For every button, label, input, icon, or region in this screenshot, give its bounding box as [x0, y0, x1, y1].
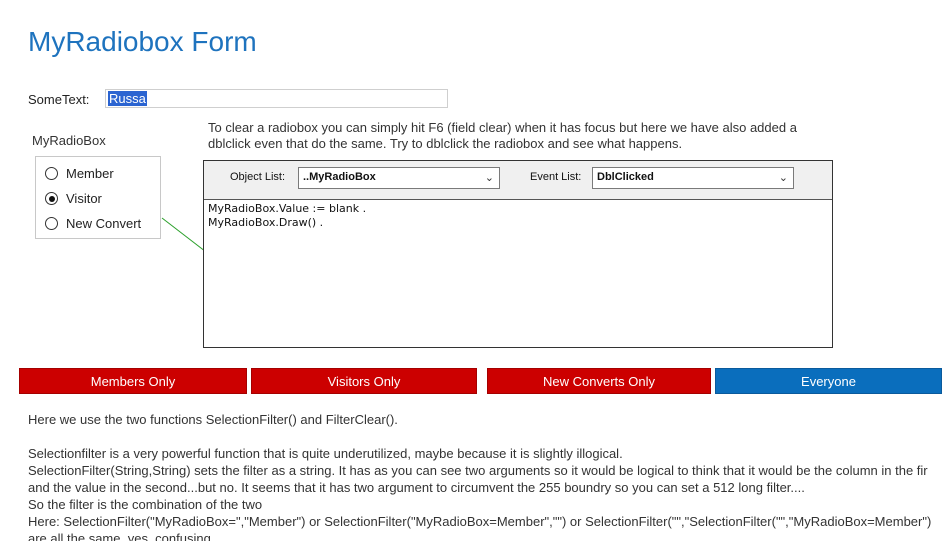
form-page: MyRadiobox Form SomeText: Russa MyRadioB…	[0, 0, 942, 541]
code-line: MyRadioBox.Value := blank .	[208, 202, 367, 215]
code-toolbar: Object List: ..MyRadioBox ⌄ Event List: …	[204, 161, 832, 200]
body-text-line: Selectionfilter is a very powerful funct…	[28, 446, 623, 461]
code-line: MyRadioBox.Draw() .	[208, 216, 324, 229]
new-converts-only-button[interactable]: New Converts Only	[487, 368, 711, 394]
chevron-down-icon: ⌄	[778, 172, 788, 184]
radio-new-convert[interactable]: New Convert	[45, 216, 141, 231]
body-text-line: are all the same, yes, confusing.	[28, 531, 215, 541]
object-list-select[interactable]: ..MyRadioBox ⌄	[298, 167, 500, 189]
radio-visitor-label: Visitor	[66, 191, 102, 206]
radio-button-checked-icon[interactable]	[45, 192, 58, 205]
everyone-button[interactable]: Everyone	[715, 368, 942, 394]
body-text-line: Here: SelectionFilter("MyRadioBox=","Mem…	[28, 514, 932, 529]
sometext-label: SomeText:	[28, 92, 90, 107]
page-title: MyRadiobox Form	[28, 26, 257, 57]
event-list-label: Event List:	[530, 171, 582, 183]
chevron-down-icon: ⌄	[484, 172, 494, 184]
body-text-line: and the value in the second...but no. It…	[28, 480, 805, 495]
radio-button-icon[interactable]	[45, 167, 58, 180]
members-only-button[interactable]: Members Only	[19, 368, 247, 394]
radio-button-icon[interactable]	[45, 217, 58, 230]
object-list-label: Object List:	[230, 171, 286, 183]
body-text-line: So the filter is the combination of the …	[28, 497, 263, 512]
radio-member[interactable]: Member	[45, 166, 114, 181]
event-list-value: DblClicked	[597, 171, 654, 183]
sometext-input[interactable]: Russa	[105, 89, 448, 108]
event-list-select[interactable]: DblClicked ⌄	[592, 167, 794, 189]
sometext-value: Russa	[108, 91, 147, 106]
body-text-line: Here we use the two functions SelectionF…	[28, 412, 398, 427]
radio-new-convert-label: New Convert	[66, 216, 142, 231]
code-editor[interactable]: MyRadioBox.Value := blank . MyRadioBox.D…	[208, 202, 366, 230]
visitors-only-button[interactable]: Visitors Only	[251, 368, 477, 394]
body-text-line: SelectionFilter(String,String) sets the …	[28, 463, 928, 478]
radio-group-label: MyRadioBox	[32, 133, 106, 148]
code-panel: Object List: ..MyRadioBox ⌄ Event List: …	[203, 160, 833, 348]
radio-member-label: Member	[66, 166, 114, 181]
object-list-value: ..MyRadioBox	[303, 171, 376, 183]
info-text: To clear a radiobox you can simply hit F…	[208, 120, 797, 151]
radio-group: Member Visitor New Convert	[35, 156, 161, 239]
radio-visitor[interactable]: Visitor	[45, 191, 102, 206]
